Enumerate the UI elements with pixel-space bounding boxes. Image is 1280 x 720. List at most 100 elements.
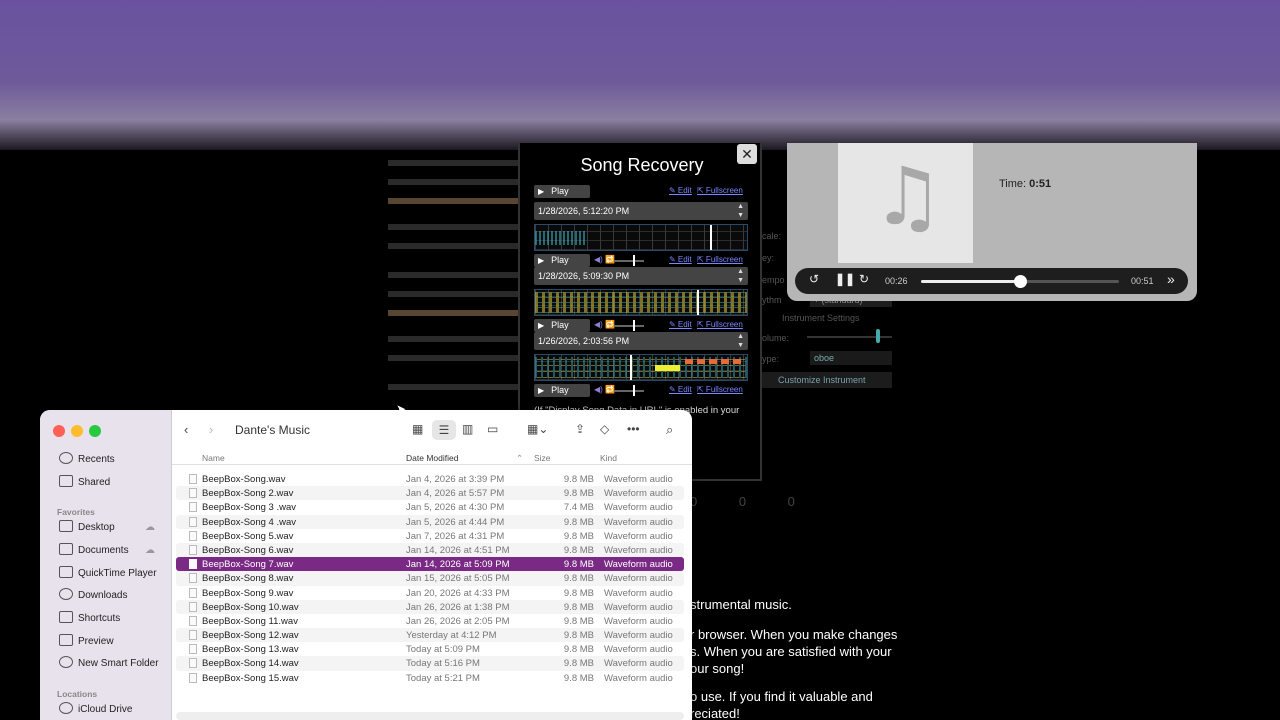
volume-slider-knob[interactable] [633,255,635,266]
version-select[interactable]: 1/28/2026, 5:12:20 PM ▲ ▼ [534,202,748,220]
volume-slider[interactable] [614,260,644,262]
edit-link[interactable]: ✎ Edit [669,385,692,394]
file-icon [189,672,197,683]
volume-slider-knob[interactable] [633,385,635,396]
edit-link[interactable]: ✎ Edit [669,320,692,329]
table-row[interactable]: BeepBox-Song 4 .wav Jan 5, 2026 at 4:44 P… [176,514,684,529]
file-name: BeepBox-Song.wav [202,474,286,485]
play-button[interactable]: ▶ Play [534,254,590,267]
file-name: BeepBox-Song 7.wav [202,559,294,571]
table-row[interactable]: BeepBox-Song 8.wav Jan 15, 2026 at 5:05 P… [176,571,684,586]
recovery-entry: 1/28/2026, 5:09:30 PM ▲ ▼ ▶ Play ◀) 🔁 ✎ Edi… [534,267,748,333]
minimize-window-button[interactable] [71,425,83,437]
sidebar-item-downloads[interactable]: Downloads [59,587,169,605]
more-icon[interactable]: ••• [627,422,640,436]
progress-knob[interactable] [1014,275,1027,288]
share-icon[interactable]: ⇪ [575,422,585,436]
close-window-button[interactable] [53,425,65,437]
sidebar-item-icloud-drive[interactable]: iCloud Drive [59,701,169,719]
gallery-view-icon[interactable]: ▭ [487,422,498,436]
volume-slider-knob[interactable] [633,320,635,331]
sidebar-item-desktop[interactable]: Desktop ☁ [59,519,169,537]
table-row[interactable]: BeepBox-Song 15.wav Today at 5:21 PM 9.8 M… [176,671,684,685]
fullscreen-link[interactable]: ⇱ Fullscreen [697,186,743,195]
file-name: BeepBox-Song 9.wav [202,587,294,599]
version-select[interactable]: 1/26/2026, 2:03:56 PM ▲ ▼ [534,332,748,350]
sidebar-item-shared[interactable]: Shared [59,474,169,492]
gear-icon [59,656,73,669]
forward-15-icon[interactable]: ↻ [859,272,869,286]
file-date: Jan 4, 2026 at 3:39 PM [406,474,505,485]
file-name: BeepBox-Song 11.wav [202,615,298,627]
table-row[interactable]: BeepBox-Song.wav Jan 4, 2026 at 3:39 PM 9.… [176,472,684,486]
table-row[interactable]: BeepBox-Song 13.wav Today at 5:09 PM 9.8 M… [176,642,684,656]
zoom-window-button[interactable] [89,425,101,437]
sidebar-item-shortcuts[interactable]: Shortcuts [59,610,169,628]
customize-instrument-button[interactable]: Customize Instrument [762,372,892,388]
play-button[interactable]: ▶ Play [534,185,590,198]
pause-icon[interactable]: ❚❚ [835,272,855,286]
column-kind[interactable]: Kind [600,453,617,463]
tag-icon[interactable]: ◇ [600,422,609,436]
table-row[interactable]: BeepBox-Song 14.wav Today at 5:16 PM 9.8 M… [176,656,684,671]
file-kind: Waveform audio [604,601,673,613]
dialog-title: Song Recovery [580,155,704,175]
file-icon [189,544,197,555]
sidebar-item-recents[interactable]: Recents [59,451,169,469]
volume-slider[interactable] [614,325,644,327]
version-select[interactable]: 1/28/2026, 5:09:30 PM ▲ ▼ [534,267,748,285]
instrument-volume-knob[interactable] [876,329,880,343]
group-by-icon[interactable]: ▦⌄ [527,422,548,436]
edit-link[interactable]: ✎ Edit [669,255,692,264]
file-size: 9.8 MB [563,559,594,571]
table-row[interactable]: BeepBox-Song 3 .wav Jan 5, 2026 at 4:30 P… [176,500,684,514]
search-icon[interactable]: ⌕ [666,422,673,438]
play-button[interactable]: ▶ Play [534,319,590,332]
table-row[interactable]: BeepBox-Song 7.wav Jan 14, 2026 at 5:09 P… [176,557,684,572]
instrument-type-select[interactable]: oboe [810,351,892,365]
edit-link[interactable]: ✎ Edit [669,186,692,195]
shared-folder-icon [59,475,73,488]
play-button[interactable]: ▶ Play [534,384,590,397]
playback-controls: ↺ ❚❚ ↻ 00:26 00:51 » [795,268,1188,294]
fullscreen-link[interactable]: ⇱ Fullscreen [697,385,743,394]
instrument-settings-title: Instrument Settings [782,313,860,323]
progress-track[interactable] [921,275,1119,288]
fullscreen-link[interactable]: ⇱ Fullscreen [697,255,743,264]
close-button[interactable]: ✕ [737,144,757,164]
file-kind: Waveform audio [604,559,673,571]
table-row[interactable]: BeepBox-Song 11.wav Jan 26, 2026 at 2:05 … [176,614,684,628]
table-row[interactable]: BeepBox-Song 6.wav Jan 14, 2026 at 4:51 P… [176,542,684,558]
back-chevron-icon[interactable]: ‹ [184,422,188,437]
file-icon [189,658,197,669]
file-date: Yesterday at 4:12 PM [406,630,497,642]
list-view-icon[interactable]: ☰ [432,420,456,440]
table-row[interactable]: BeepBox-Song 9.wav Jan 20, 2026 at 4:33 P… [176,586,684,600]
file-date: Today at 5:21 PM [406,672,480,684]
volume-slider[interactable] [614,390,644,392]
digit-readout: 0 0 0 [690,494,814,509]
fullscreen-link[interactable]: ⇱ Fullscreen [697,320,743,329]
column-size[interactable]: Size [534,453,551,463]
horizontal-scrollbar[interactable] [176,712,684,720]
column-view-icon[interactable]: ▥ [462,422,473,436]
sidebar-item-preview[interactable]: Preview [59,633,169,651]
table-row[interactable]: BeepBox-Song 10.wav Jan 26, 2026 at 1:38 … [176,599,684,614]
file-kind: Waveform audio [604,672,673,684]
table-row[interactable]: BeepBox-Song 2.wav Jan 4, 2026 at 5:57 PM… [176,486,684,501]
table-row[interactable]: BeepBox-Song 5.wav Jan 7, 2026 at 4:31 PM… [176,529,684,543]
sidebar-item-new-smart-folder[interactable]: New Smart Folder [59,655,169,673]
table-row[interactable]: BeepBox-Song 12.wav Yesterday at 4:12 PM 9… [176,628,684,643]
file-size: 9.8 MB [563,573,594,585]
icon-view-icon[interactable]: ▦ [412,422,423,436]
sidebar-item-quicktime-player[interactable]: QuickTime Player [59,565,169,583]
column-name[interactable]: Name [202,453,225,463]
forward-chevron-icon[interactable]: › [209,422,213,437]
mouse-pointer-icon: ➤ [396,402,407,416]
chevron-double-right-icon[interactable]: » [1167,271,1175,287]
cloud-icon: ☁ [145,545,155,556]
type-label: ype: [762,354,780,364]
sidebar-item-documents[interactable]: Documents ☁ [59,542,169,560]
column-date-modified[interactable]: Date Modified [406,453,458,463]
back-15-icon[interactable]: ↺ [809,272,819,286]
